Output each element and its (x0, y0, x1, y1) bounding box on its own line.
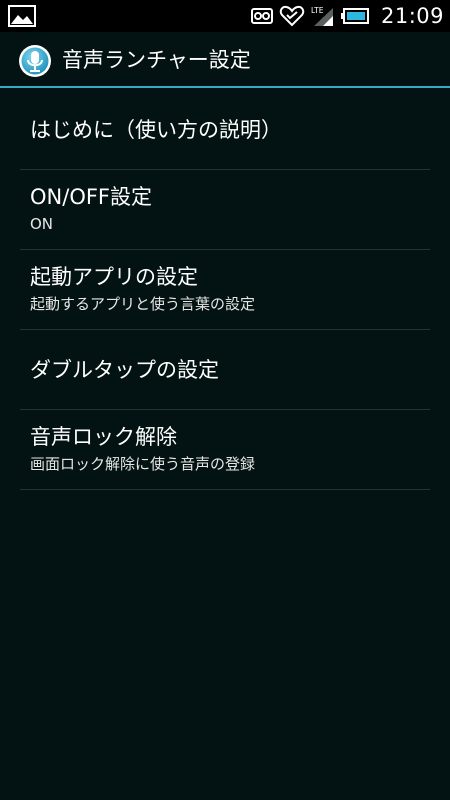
lte-signal-icon: LTE (311, 6, 333, 26)
action-bar: 音声ランチャー設定 (0, 32, 450, 88)
settings-screen: 音声ランチャー設定 はじめに（使い方の説明） ON/OFF設定 ON 起動アプリ… (0, 32, 450, 800)
image-icon (8, 5, 36, 27)
settings-item-title: ON/OFF設定 (30, 185, 153, 209)
settings-item-title: ダブルタップの設定 (30, 358, 219, 382)
settings-item-summary: 画面ロック解除に使う音声の登録 (30, 455, 256, 473)
microphone-icon[interactable] (18, 44, 52, 78)
voicemail-icon (250, 8, 273, 24)
settings-item-title: 起動アプリの設定 (30, 265, 198, 289)
settings-item-on-off[interactable]: ON/OFF設定 ON (20, 170, 430, 250)
settings-item-title: はじめに（使い方の説明） (30, 118, 282, 142)
settings-item-summary: 起動するアプリと使う言葉の設定 (30, 295, 256, 313)
page-title: 音声ランチャー設定 (62, 48, 251, 72)
clock-time: 21:09 (380, 4, 444, 28)
settings-item-title: 音声ロック解除 (30, 425, 177, 449)
settings-item-intro[interactable]: はじめに（使い方の説明） (20, 90, 430, 170)
status-bar: LTE 21:09 (0, 0, 450, 32)
lte-label: LTE (311, 6, 324, 15)
heart-sync-icon (279, 5, 305, 27)
battery-icon (340, 8, 369, 24)
settings-item-summary: ON (30, 215, 54, 233)
settings-item-voice-unlock[interactable]: 音声ロック解除 画面ロック解除に使う音声の登録 (20, 410, 430, 490)
settings-list: はじめに（使い方の説明） ON/OFF設定 ON 起動アプリの設定 起動するアプ… (0, 90, 450, 490)
settings-item-double-tap[interactable]: ダブルタップの設定 (20, 330, 430, 410)
settings-item-launch-app[interactable]: 起動アプリの設定 起動するアプリと使う言葉の設定 (20, 250, 430, 330)
